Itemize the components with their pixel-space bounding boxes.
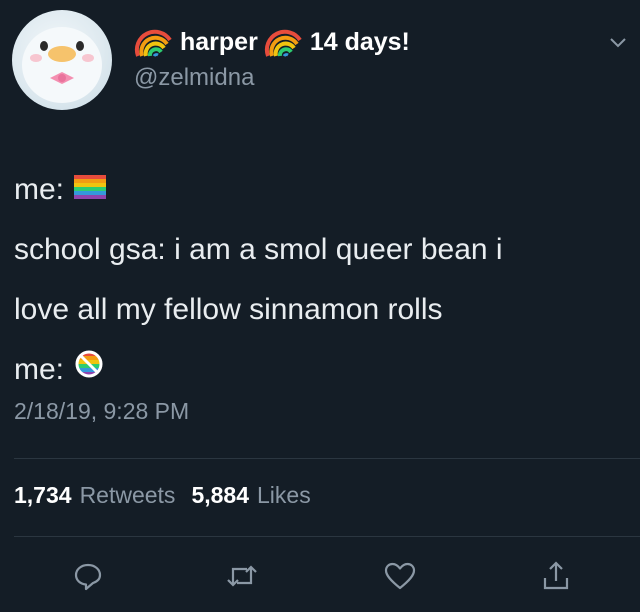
likes-label[interactable]: Likes — [257, 482, 311, 509]
no-rainbow-icon — [74, 340, 104, 400]
divider — [14, 458, 640, 459]
tweet-timestamp[interactable]: 2/18/19, 9:28 PM — [14, 398, 189, 425]
display-name-suffix: 14 days! — [309, 27, 410, 56]
user-name-row[interactable]: harper 14 days! — [134, 26, 410, 58]
tweet-line-text: me: — [14, 353, 65, 386]
tweet-text: me: school gsa: i am a smol queer bean i… — [14, 160, 614, 400]
retweet-icon[interactable] — [222, 556, 262, 596]
rainbow-icon — [134, 26, 174, 58]
chevron-down-icon[interactable] — [606, 30, 630, 54]
tweet-line-text: love all my fellow sinnamon rolls — [14, 293, 443, 326]
divider — [14, 536, 640, 537]
tweet-stats: 1,734 Retweets 5,884 Likes — [14, 482, 319, 509]
rainbow-icon — [264, 26, 304, 58]
retweets-label[interactable]: Retweets — [80, 482, 176, 509]
duck-avatar-image — [22, 27, 102, 103]
retweets-count[interactable]: 1,734 — [14, 482, 72, 509]
display-name: harper — [180, 27, 258, 56]
tweet-line-text: school gsa: i am a smol queer bean i — [14, 233, 503, 266]
like-icon[interactable] — [380, 556, 420, 596]
tweet-line: love all my fellow sinnamon rolls — [14, 280, 614, 340]
reply-icon[interactable] — [68, 556, 108, 596]
likes-count[interactable]: 5,884 — [191, 482, 249, 509]
tweet-line: me: — [14, 340, 614, 400]
rainbow-flag-icon — [74, 160, 107, 220]
avatar[interactable] — [12, 10, 112, 110]
tweet-line: school gsa: i am a smol queer bean i — [14, 220, 614, 280]
tweet-line: me: — [14, 160, 614, 220]
share-icon[interactable] — [536, 556, 576, 596]
user-handle[interactable]: @zelmidna — [134, 64, 254, 92]
tweet-line-text: me: — [14, 173, 65, 206]
